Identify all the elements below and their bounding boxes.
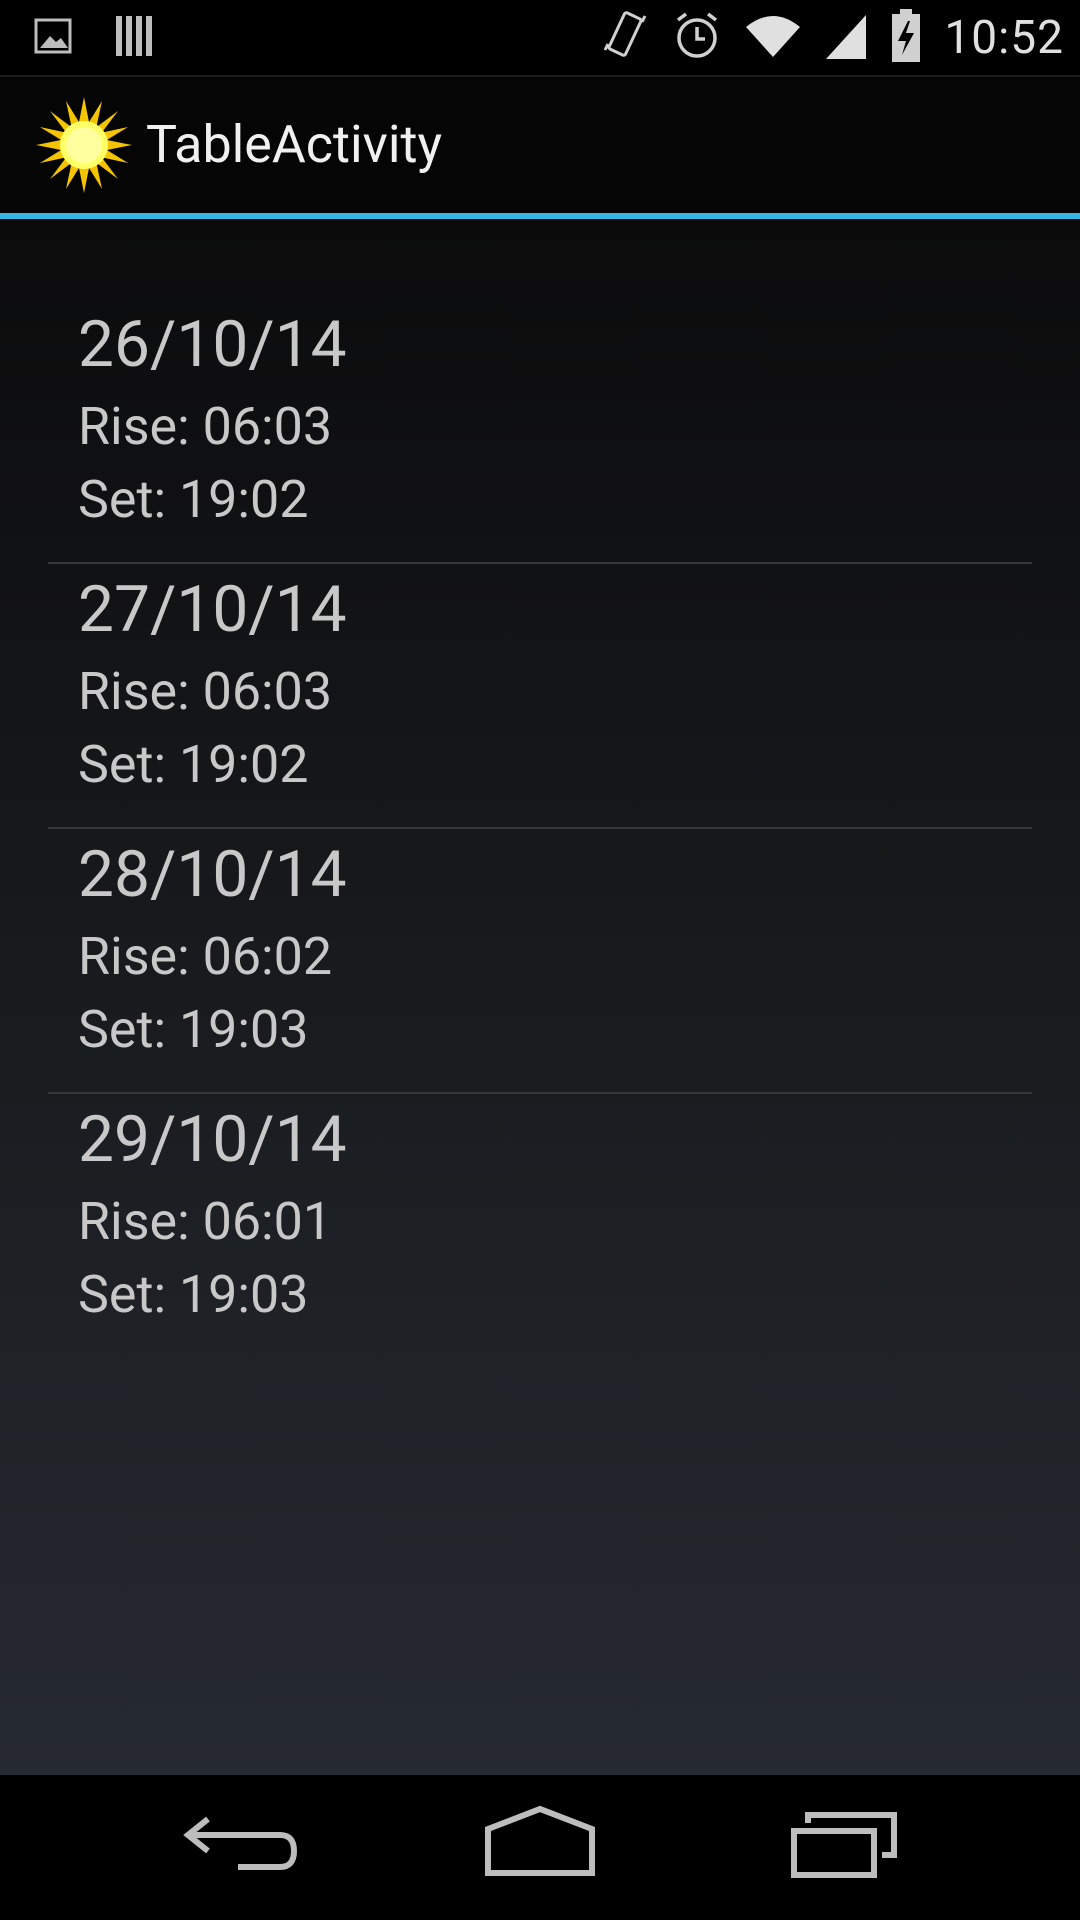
navigation-bar — [0, 1775, 1080, 1920]
vibrate-icon — [602, 8, 650, 68]
battery-charging-icon — [890, 9, 922, 67]
back-icon[interactable] — [170, 1795, 310, 1895]
status-bar: 10:52 — [0, 0, 1080, 77]
clock: 10:52 — [944, 11, 1064, 65]
list-item[interactable]: 28/10/14 Rise: 06:02 Set: 19:03 — [48, 829, 1032, 1094]
list-item[interactable]: 29/10/14 Rise: 06:01 Set: 19:03 — [48, 1094, 1032, 1359]
list-item[interactable]: 26/10/14 Rise: 06:03 Set: 19:02 — [48, 299, 1032, 564]
wifi-icon — [744, 11, 802, 65]
system-icons: 10:52 — [602, 6, 1064, 70]
notification-icons — [34, 14, 154, 62]
rise-time: Rise: 06:03 — [78, 396, 333, 457]
alarm-icon — [672, 8, 722, 68]
set-time: Set: 19:02 — [78, 469, 309, 530]
action-bar: TableActivity — [0, 77, 1080, 213]
sun-times-list: 26/10/14 Rise: 06:03 Set: 19:02 27/10/14… — [48, 299, 1032, 1359]
set-time: Set: 19:02 — [78, 734, 309, 795]
storage-icon — [114, 14, 154, 62]
date-label: 27/10/14 — [78, 572, 347, 647]
home-icon[interactable] — [470, 1795, 610, 1895]
signal-icon — [824, 11, 868, 65]
list-item[interactable]: 27/10/14 Rise: 06:03 Set: 19:02 — [48, 564, 1032, 829]
rise-time: Rise: 06:01 — [78, 1191, 333, 1252]
rise-time: Rise: 06:03 — [78, 661, 333, 722]
page-title: TableActivity — [146, 114, 443, 175]
set-time: Set: 19:03 — [78, 1264, 309, 1325]
date-label: 29/10/14 — [78, 1102, 347, 1177]
sun-icon[interactable] — [36, 97, 132, 193]
rise-time: Rise: 06:02 — [78, 926, 333, 987]
date-label: 28/10/14 — [78, 837, 347, 912]
recent-apps-icon[interactable] — [774, 1795, 914, 1895]
image-icon — [34, 14, 74, 62]
date-label: 26/10/14 — [78, 307, 347, 382]
set-time: Set: 19:03 — [78, 999, 309, 1060]
content-area: 26/10/14 Rise: 06:03 Set: 19:02 27/10/14… — [0, 219, 1080, 1775]
